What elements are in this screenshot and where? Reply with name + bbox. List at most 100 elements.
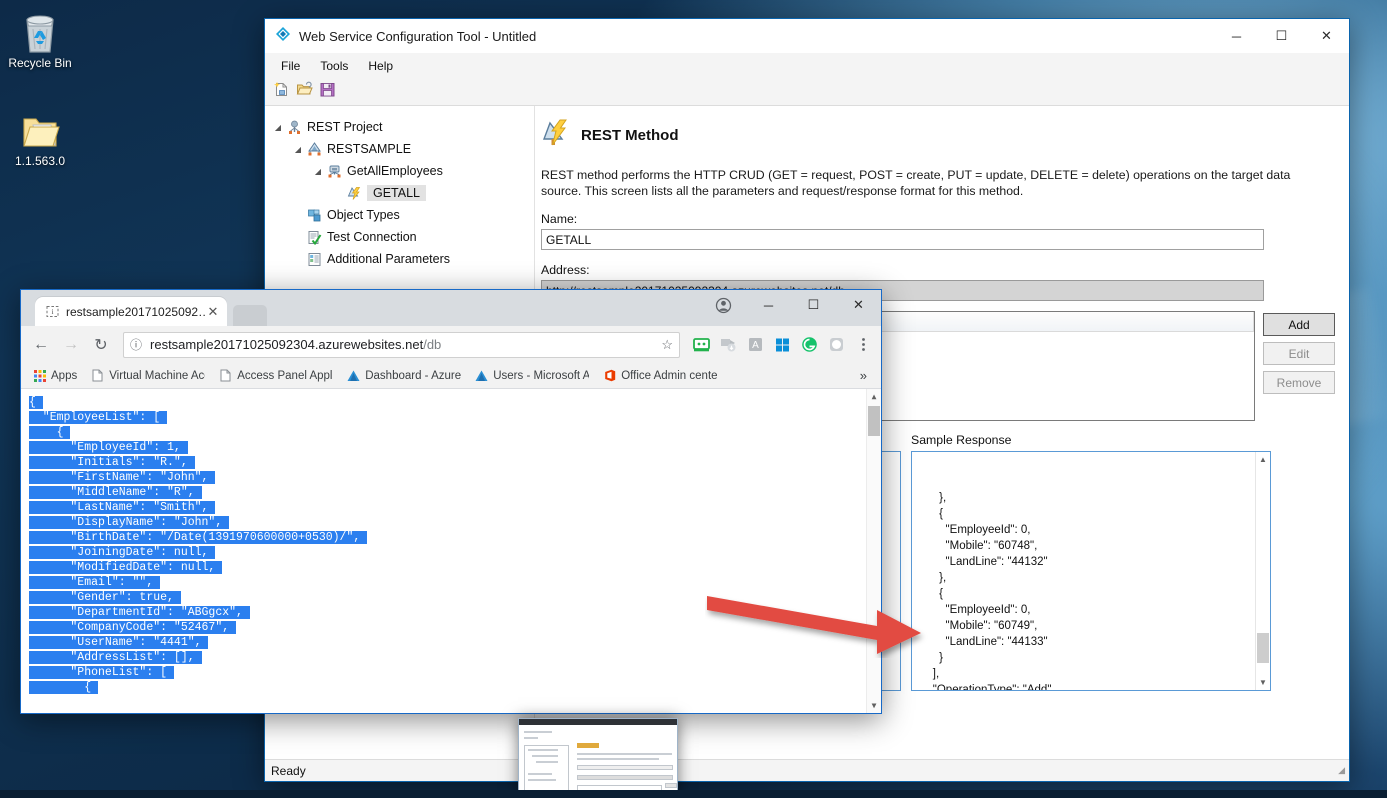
tree-item-label: RESTSAMPLE (327, 142, 412, 156)
scroll-thumb[interactable] (1257, 633, 1269, 663)
sample-response-textarea[interactable]: }, { "EmployeeId": 0, "Mobile": "60748",… (911, 451, 1271, 691)
tree-item-additional-parameters[interactable]: Additional Parameters (271, 248, 534, 270)
name-input[interactable]: GETALL (541, 229, 1264, 250)
bookmark-access-panel-applications[interactable]: Access Panel Applicat (213, 367, 339, 384)
page-scroll-track[interactable] (867, 404, 881, 698)
desktop-icon-folder[interactable]: 1.1.563.0 (0, 104, 80, 168)
tree-item-rest-project[interactable]: ◢ REST Project (271, 116, 534, 138)
bookmark-label: Access Panel Applicat (237, 369, 333, 382)
bookmark-office-admin-center[interactable]: Office Admin center - (597, 367, 723, 384)
add-button[interactable]: Add (1263, 313, 1335, 336)
browser-close-button[interactable]: ✕ (836, 290, 881, 320)
page-scroll-down-icon[interactable]: ▼ (867, 698, 881, 713)
app-menu-bar: File Tools Help (265, 53, 1349, 78)
desktop-icon-label: Recycle Bin (8, 56, 72, 70)
bookmark-users-microsoft-azure[interactable]: Users - Microsoft Azu (469, 368, 595, 384)
sample-response-text: }, { "EmployeeId": 0, "Mobile": "60748",… (932, 492, 1052, 691)
azure-icon (347, 370, 360, 382)
rest-service-icon (305, 141, 323, 157)
new-tab-button[interactable] (233, 305, 267, 326)
forward-icon: → (63, 335, 79, 353)
browser-tab[interactable]: i restsample20171025092… ✕ (35, 297, 227, 326)
page-scroll-up-icon[interactable]: ▲ (867, 389, 881, 404)
menu-item-tools[interactable]: Tools (312, 56, 356, 76)
app-minimize-button[interactable]: ─ (1214, 20, 1259, 53)
app-close-button[interactable]: ✕ (1304, 20, 1349, 53)
pocket-extension-icon[interactable] (825, 333, 848, 356)
tree-item-label: Object Types (327, 208, 400, 222)
bookmark-label: Users - Microsoft Azu (493, 369, 589, 382)
save-project-icon[interactable] (319, 81, 336, 103)
tree-item-label: GETALL (367, 185, 427, 201)
taskbar-window-preview[interactable] (518, 718, 678, 798)
page-title: REST Method (581, 127, 679, 144)
back-icon[interactable]: ← (27, 331, 55, 359)
browser-bookmarks-bar: Apps Virtual Machine Acqu Access Panel A… (21, 363, 881, 389)
menu-item-file[interactable]: File (273, 56, 308, 76)
bookmark-virtual-machine-acquisition[interactable]: Virtual Machine Acqu (85, 367, 211, 384)
tree-item-object-types[interactable]: Object Types (271, 204, 534, 226)
status-text: Ready (271, 763, 306, 778)
expander-icon[interactable]: ◢ (311, 167, 325, 176)
browser-maximize-button[interactable]: ☐ (791, 290, 836, 320)
bookmark-star-icon[interactable]: ☆ (661, 337, 673, 353)
site-info-icon[interactable]: ⓘ (130, 336, 142, 353)
tree-item-restsample[interactable]: ◢ RESTSAMPLE (271, 138, 534, 160)
tree-item-getallemployees[interactable]: ◢ GetAllEmployees (271, 160, 534, 182)
preview-body (519, 725, 677, 797)
browser-tab-close-icon[interactable]: ✕ (205, 304, 221, 320)
parameter-buttons: Add Edit Remove (1263, 311, 1335, 421)
folder-icon (0, 104, 80, 152)
scroll-up-icon[interactable]: ▲ (1256, 452, 1270, 467)
open-project-icon[interactable] (296, 81, 313, 103)
text-tool-extension-icon[interactable]: A (744, 333, 767, 356)
video-download-extension-icon[interactable] (717, 333, 740, 356)
browser-page-content[interactable]: { "EmployeeList": [ { "EmployeeId": 1, "… (21, 389, 881, 713)
windows-extension-icon[interactable] (771, 333, 794, 356)
sample-response-group: Sample Response }, { "EmployeeId": 0, "M… (911, 421, 1271, 691)
menu-item-help[interactable]: Help (360, 56, 401, 76)
scroll-down-icon[interactable]: ▼ (1256, 675, 1270, 690)
browser-tab-strip: i restsample20171025092… ✕ ─ ☐ ✕ (21, 290, 881, 326)
bookmarks-overflow-icon[interactable]: » (852, 368, 875, 383)
app-maximize-button[interactable]: ☐ (1259, 20, 1304, 53)
svg-text:A: A (752, 340, 759, 351)
reload-icon[interactable]: ↻ (87, 331, 115, 359)
tree-item-label: Test Connection (327, 230, 417, 244)
chrome-browser-window[interactable]: i restsample20171025092… ✕ ─ ☐ ✕ ← → ↻ ⓘ… (20, 289, 882, 714)
tree-item-test-connection[interactable]: Test Connection (271, 226, 534, 248)
page-scroll-thumb[interactable] (868, 406, 880, 436)
bookmark-apps[interactable]: Apps (27, 368, 83, 384)
bookmark-dashboard-azure[interactable]: Dashboard - Azure A (341, 368, 467, 384)
page-favicon-icon: i (45, 305, 59, 319)
tree-item-getall[interactable]: GETALL (271, 182, 534, 204)
edit-button: Edit (1263, 342, 1335, 365)
rest-method-header-icon (541, 118, 571, 153)
browser-minimize-button[interactable]: ─ (746, 290, 791, 320)
pane-header: REST Method (541, 118, 1335, 153)
desktop-icon-recycle-bin[interactable]: Recycle Bin (0, 6, 80, 70)
page-scrollbar[interactable]: ▲ ▼ (866, 389, 881, 713)
app-status-bar: Ready ◢ (265, 759, 1349, 781)
expander-icon[interactable]: ◢ (291, 145, 305, 154)
additional-parameters-icon (305, 252, 323, 267)
bookmark-label: Office Admin center - (621, 369, 718, 382)
page-icon (91, 369, 104, 382)
sample-response-scrollbar[interactable]: ▲ ▼ (1255, 452, 1270, 690)
address-bar[interactable]: ⓘ restsample20171025092304.azurewebsites… (123, 331, 680, 358)
windows-taskbar[interactable] (0, 790, 1387, 798)
grammarly-extension-icon[interactable] (798, 333, 821, 356)
new-project-icon[interactable] (273, 81, 290, 103)
tree-item-label: REST Project (307, 120, 383, 134)
rest-resource-icon (325, 164, 343, 179)
browser-profile-icon[interactable] (701, 290, 746, 320)
page-icon (219, 369, 232, 382)
app-logo-icon (275, 26, 291, 47)
scroll-track[interactable] (1256, 467, 1270, 675)
resize-grip-icon[interactable]: ◢ (1338, 765, 1346, 776)
browser-tab-title: restsample20171025092… (66, 304, 205, 319)
chrome-menu-icon[interactable] (852, 333, 875, 356)
screencast-extension-icon[interactable] (690, 333, 713, 356)
expander-icon[interactable]: ◢ (271, 123, 285, 132)
browser-window-controls: ─ ☐ ✕ (701, 290, 881, 320)
